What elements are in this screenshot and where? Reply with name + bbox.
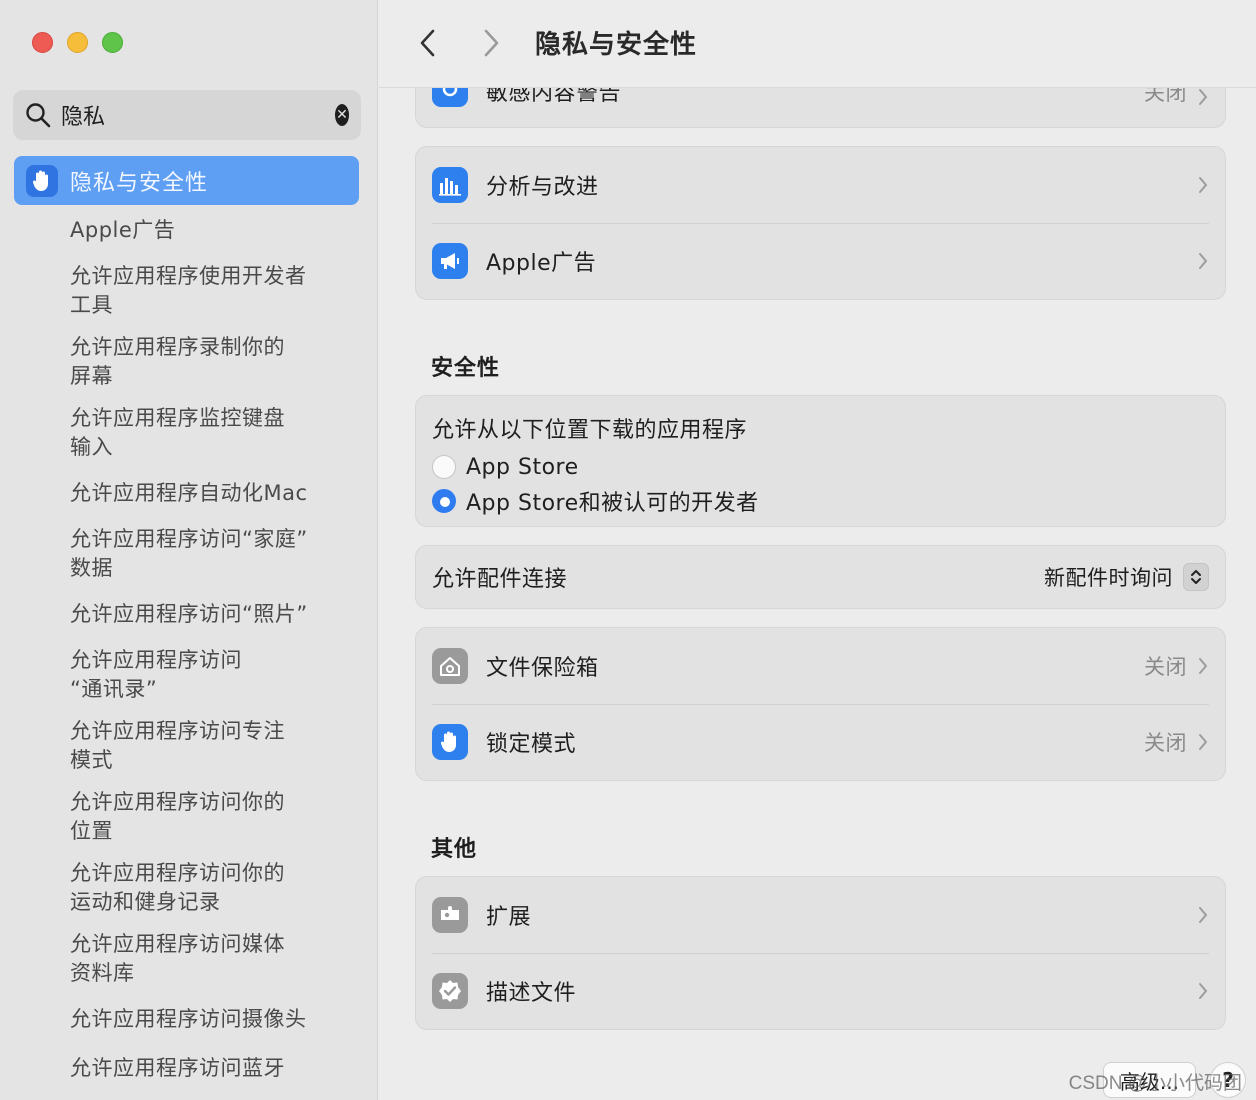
sidebar-result-camera[interactable]: 允许应用程序访问摄像头 [70, 1005, 360, 1034]
chevron-right-icon [1199, 89, 1207, 105]
radio-button-selected[interactable] [432, 489, 456, 513]
row-right [1197, 953, 1209, 1029]
sidebar-result-automation[interactable]: 允许应用程序自动化Mac [70, 479, 360, 508]
row-right: 关闭 [1144, 628, 1209, 704]
row-right [1197, 877, 1209, 953]
chevron-right-icon [1199, 177, 1207, 193]
chevron-right-icon [1199, 734, 1207, 750]
accessory-select-value: 新配件时询问 [1044, 566, 1173, 590]
chevron-right-icon [1199, 907, 1207, 923]
other-card: 扩展 描述文件 [415, 876, 1226, 1030]
sidebar-result-media-library[interactable]: 允许应用程序访问媒体 资料库 [70, 930, 360, 988]
sidebar-item-label: 隐私与安全性 [70, 170, 209, 196]
accessory-label: 允许配件连接 [432, 567, 568, 592]
chart-bars-icon [432, 167, 468, 203]
filevault-row[interactable]: 文件保险箱 关闭 [416, 628, 1225, 704]
puzzle-icon [432, 897, 468, 933]
profiles-row[interactable]: 描述文件 [416, 953, 1225, 1029]
back-chevron-icon[interactable] [415, 26, 443, 60]
row-label: 扩展 [486, 905, 532, 930]
sidebar-result-photos[interactable]: 允许应用程序访问“照片” [70, 600, 360, 629]
sidebar: ✕ 隐私与安全性 Apple广告 允许应用程序使用开发者 工具 允许应用程序录制… [0, 0, 378, 1100]
row-label: 锁定模式 [486, 732, 577, 757]
close-window-button[interactable] [32, 32, 53, 53]
sidebar-search-results: Apple广告 允许应用程序使用开发者 工具 允许应用程序录制你的 屏幕 允许应… [70, 214, 360, 1083]
row-label: 文件保险箱 [486, 656, 599, 681]
download-source-card: 允许从以下位置下载的应用程序 App Store App Store和被认可的开… [415, 395, 1226, 527]
toolbar: 隐私与安全性 [379, 0, 1256, 88]
row-label: Apple广告 [486, 251, 597, 276]
minimize-window-button[interactable] [67, 32, 88, 53]
hand-icon [432, 724, 468, 760]
sidebar-result-developer-tools[interactable]: 允许应用程序使用开发者 工具 [70, 262, 360, 320]
lockdown-mode-row[interactable]: 锁定模式 关闭 [416, 704, 1225, 780]
download-source-title: 允许从以下位置下载的应用程序 [432, 418, 748, 443]
search-field[interactable]: ✕ [13, 90, 361, 140]
sidebar-result-contacts[interactable]: 允许应用程序访问 “通讯录” [70, 646, 360, 704]
main-pane: 隐私与安全性 敏感内容警告 关闭 分析与改进 Apple广告 安全性 允许从以下… [379, 0, 1256, 1100]
search-input[interactable] [61, 95, 335, 135]
row-value: 关闭 [1144, 731, 1187, 755]
chevron-right-icon [1199, 983, 1207, 999]
chevron-right-icon [1199, 658, 1207, 674]
radio-button[interactable] [432, 455, 456, 479]
radio-app-store[interactable]: App Store [432, 450, 1209, 484]
row-right: 关闭 [1144, 704, 1209, 780]
sidebar-result-screen-recording[interactable]: 允许应用程序录制你的 屏幕 [70, 333, 360, 391]
sidebar-result-home-data[interactable]: 允许应用程序访问“家庭” 数据 [70, 525, 360, 583]
row-label: 描述文件 [486, 981, 577, 1006]
sidebar-result-location[interactable]: 允许应用程序访问你的 位置 [70, 788, 360, 846]
chevron-right-icon [1199, 253, 1207, 269]
forward-chevron-icon[interactable] [477, 26, 505, 60]
row-right [1197, 147, 1209, 223]
accessory-card: 允许配件连接 新配件时询问 [415, 545, 1226, 609]
row-label: 分析与改进 [486, 175, 599, 200]
up-down-chevron-icon[interactable] [1183, 563, 1209, 591]
accessory-popup[interactable]: 新配件时询问 [1044, 546, 1209, 608]
megaphone-icon [432, 243, 468, 279]
row-value: 关闭 [1144, 655, 1187, 679]
page-title: 隐私与安全性 [535, 30, 698, 60]
search-icon [25, 102, 51, 128]
apple-ads-row[interactable]: Apple广告 [416, 223, 1225, 299]
analytics-row[interactable]: 分析与改进 [416, 147, 1225, 223]
sidebar-result-input-monitoring[interactable]: 允许应用程序监控键盘 输入 [70, 404, 360, 462]
watermark-text: CSDN @小小代码团 [1068, 1073, 1242, 1094]
hand-icon [26, 164, 58, 197]
accessory-row: 允许配件连接 新配件时询问 [416, 546, 1225, 608]
sidebar-result-focus[interactable]: 允许应用程序访问专注 模式 [70, 717, 360, 775]
analytics-ads-card: 分析与改进 Apple广告 [415, 146, 1226, 300]
row-right [1197, 223, 1209, 299]
extensions-row[interactable]: 扩展 [416, 877, 1225, 953]
security-section-title: 安全性 [431, 356, 501, 381]
other-section-title: 其他 [431, 837, 478, 862]
window-controls [32, 32, 123, 53]
filevault-lockdown-card: 文件保险箱 关闭 锁定模式 关闭 [415, 627, 1226, 781]
radio-label: App Store和被认可的开发者 [466, 491, 759, 516]
checkmark-badge-icon [432, 973, 468, 1009]
radio-app-store-identified[interactable]: App Store和被认可的开发者 [432, 484, 1209, 518]
sidebar-result-apple-ads[interactable]: Apple广告 [70, 216, 360, 245]
zoom-window-button[interactable] [102, 32, 123, 53]
radio-label: App Store [466, 454, 579, 480]
sidebar-item-privacy-security[interactable]: 隐私与安全性 [14, 156, 359, 205]
clear-search-icon[interactable]: ✕ [335, 104, 349, 126]
sidebar-result-motion-fitness[interactable]: 允许应用程序访问你的 运动和健身记录 [70, 859, 360, 917]
sidebar-result-bluetooth[interactable]: 允许应用程序访问蓝牙 [70, 1054, 360, 1083]
house-lock-icon [432, 648, 468, 684]
